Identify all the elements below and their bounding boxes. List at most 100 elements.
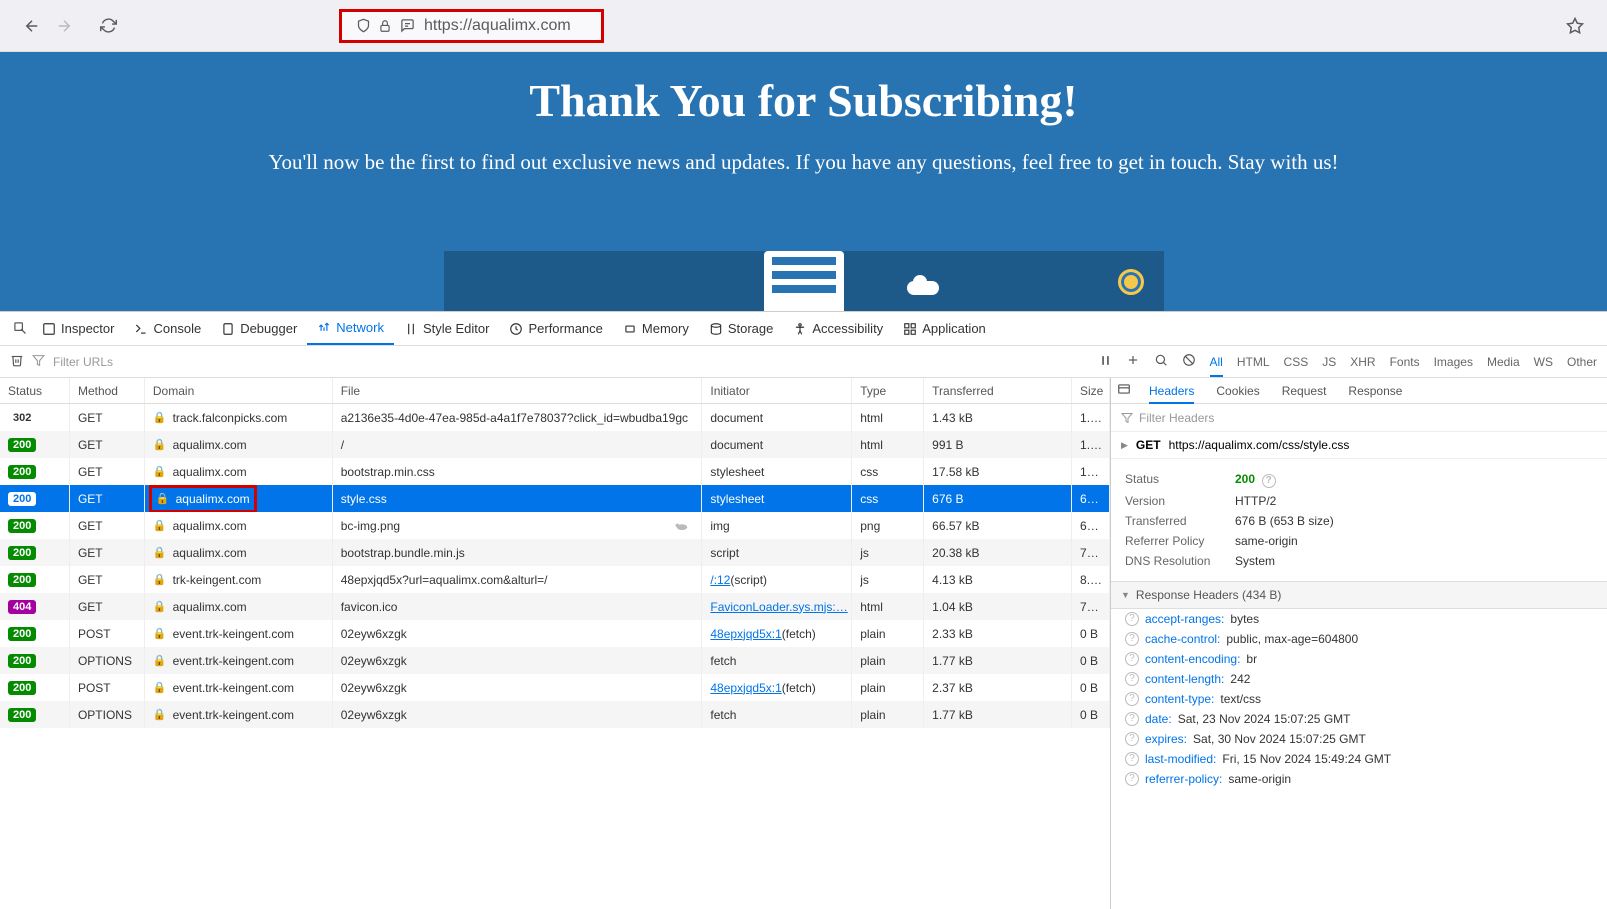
devtools-tab-debugger[interactable]: Debugger — [211, 312, 307, 345]
sidebar-tabs: Headers Cookies Request Response — [1111, 378, 1607, 404]
lock-icon: 🔒 — [153, 519, 167, 532]
filter-media[interactable]: Media — [1487, 355, 1520, 369]
block-icon[interactable] — [1182, 353, 1196, 370]
response-header-row: ?last-modified: Fri, 15 Nov 2024 15:49:2… — [1111, 749, 1607, 769]
help-icon[interactable]: ? — [1125, 692, 1139, 706]
help-icon[interactable]: ? — [1125, 672, 1139, 686]
filter-html[interactable]: HTML — [1237, 355, 1270, 369]
table-row[interactable]: 200GET🔒trk-keingent.com48epxjqd5x?url=aq… — [0, 566, 1110, 593]
col-status[interactable]: Status — [0, 378, 70, 403]
response-header-row: ?date: Sat, 23 Nov 2024 15:07:25 GMT — [1111, 709, 1607, 729]
help-icon[interactable]: ? — [1125, 772, 1139, 786]
url-text: https://aqualimx.com — [424, 17, 571, 35]
devtools-tabbar: InspectorConsoleDebuggerNetworkStyle Edi… — [0, 312, 1607, 346]
table-row[interactable]: 200GET🔒aqualimx.combootstrap.bundle.min.… — [0, 539, 1110, 566]
url-bar-highlighted[interactable]: https://aqualimx.com — [339, 9, 604, 43]
table-row[interactable]: 200GET🔒aqualimx.combc-img.pngimgpng66.57… — [0, 512, 1110, 539]
filter-other[interactable]: Other — [1567, 355, 1597, 369]
network-table: Status Method Domain File Initiator Type… — [0, 378, 1111, 909]
plus-icon[interactable] — [1126, 353, 1140, 370]
col-domain[interactable]: Domain — [145, 378, 333, 403]
table-row[interactable]: 302GET🔒track.falconpicks.coma2136e35-4d0… — [0, 404, 1110, 431]
trash-icon[interactable] — [10, 353, 24, 370]
summary-row: Status200 ? — [1125, 469, 1593, 491]
col-size[interactable]: Size — [1072, 378, 1110, 403]
devtools-tab-memory[interactable]: Memory — [613, 312, 699, 345]
page-subtitle: You'll now be the first to find out excl… — [0, 145, 1607, 181]
devtools-tab-storage[interactable]: Storage — [699, 312, 784, 345]
lock-icon: 🔒 — [153, 465, 167, 478]
devtools-tab-inspector[interactable]: Inspector — [32, 312, 124, 345]
devtools-tab-application[interactable]: Application — [893, 312, 996, 345]
bookmark-button[interactable] — [1559, 10, 1591, 42]
help-icon[interactable]: ? — [1262, 474, 1276, 488]
table-row[interactable]: 200POST🔒event.trk-keingent.com02eyw6xzgk… — [0, 674, 1110, 701]
col-file[interactable]: File — [333, 378, 703, 403]
col-initiator[interactable]: Initiator — [702, 378, 852, 403]
sidebar-tab-request[interactable]: Request — [1282, 384, 1327, 398]
forward-button[interactable] — [48, 10, 80, 42]
reload-button[interactable] — [92, 10, 124, 42]
sidebar-tab-headers[interactable]: Headers — [1149, 384, 1194, 404]
filter-ws[interactable]: WS — [1534, 355, 1553, 369]
response-header-row: ?expires: Sat, 30 Nov 2024 15:07:25 GMT — [1111, 729, 1607, 749]
col-method[interactable]: Method — [70, 378, 145, 403]
lock-icon: 🔒 — [153, 438, 167, 451]
devtools-tab-style-editor[interactable]: Style Editor — [394, 312, 499, 345]
response-headers-header[interactable]: ▼ Response Headers (434 B) — [1111, 581, 1607, 609]
devtools-tab-accessibility[interactable]: Accessibility — [783, 312, 893, 345]
table-row[interactable]: 200GET🔒aqualimx.com/documenthtml991 B1.… — [0, 431, 1110, 458]
devtools-tab-console[interactable]: Console — [124, 312, 211, 345]
filter-xhr[interactable]: XHR — [1350, 355, 1375, 369]
table-row[interactable]: 200OPTIONS🔒event.trk-keingent.com02eyw6x… — [0, 701, 1110, 728]
back-button[interactable] — [16, 10, 48, 42]
network-toolbar: Filter URLs All HTML CSS JS XHR Fonts Images Me… — [0, 346, 1607, 378]
request-summary: ▶ GET https://aqualimx.com/css/style.css — [1111, 432, 1607, 459]
col-transferred[interactable]: Transferred — [924, 378, 1072, 403]
pick-element-icon[interactable] — [8, 313, 32, 345]
table-row[interactable]: 200POST🔒event.trk-keingent.com02eyw6xzgk… — [0, 620, 1110, 647]
table-row[interactable]: 200GET🔒aqualimx.combootstrap.min.cssstyl… — [0, 458, 1110, 485]
lock-icon: 🔒 — [153, 708, 167, 721]
search-icon[interactable] — [1154, 353, 1168, 370]
help-icon[interactable]: ? — [1125, 652, 1139, 666]
devtools-tab-network[interactable]: Network — [307, 312, 394, 345]
filter-images[interactable]: Images — [1434, 355, 1473, 369]
help-icon[interactable]: ? — [1125, 732, 1139, 746]
filter-headers[interactable]: Filter Headers — [1111, 404, 1607, 432]
devtools-tab-performance[interactable]: Performance — [499, 312, 612, 345]
response-header-row: ?accept-ranges: bytes — [1111, 609, 1607, 629]
help-icon[interactable]: ? — [1125, 612, 1139, 626]
help-icon[interactable]: ? — [1125, 712, 1139, 726]
response-header-row: ?cache-control: public, max-age=604800 — [1111, 629, 1607, 649]
summary-row: Referrer Policysame-origin — [1125, 531, 1593, 551]
pause-icon[interactable] — [1099, 354, 1112, 370]
lock-icon: 🔒 — [153, 573, 167, 586]
summary-row: DNS ResolutionSystem — [1125, 551, 1593, 571]
response-header-row: ?referrer-policy: same-origin — [1111, 769, 1607, 789]
help-icon[interactable]: ? — [1125, 752, 1139, 766]
sidebar-tab-response[interactable]: Response — [1348, 384, 1402, 398]
filter-all[interactable]: All — [1210, 355, 1223, 377]
filter-url-input[interactable]: Filter URLs — [53, 355, 113, 369]
table-row[interactable]: 200GET🔒aqualimx.comstyle.cssstylesheetcs… — [0, 485, 1110, 512]
table-row[interactable]: 404GET🔒aqualimx.comfavicon.icoFaviconLoa… — [0, 593, 1110, 620]
table-header: Status Method Domain File Initiator Type… — [0, 378, 1110, 404]
summary-row: VersionHTTP/2 — [1125, 491, 1593, 511]
network-main: Status Method Domain File Initiator Type… — [0, 378, 1607, 909]
waterfall-icon[interactable] — [1117, 382, 1131, 399]
response-header-row: ?content-length: 242 — [1111, 669, 1607, 689]
col-type[interactable]: Type — [852, 378, 924, 403]
help-icon[interactable]: ? — [1125, 632, 1139, 646]
lock-icon: 🔒 — [153, 681, 167, 694]
chat-icon — [396, 18, 418, 33]
sidebar-tab-cookies[interactable]: Cookies — [1216, 384, 1259, 398]
filter-css[interactable]: CSS — [1284, 355, 1309, 369]
lock-icon: 🔒 — [156, 492, 170, 505]
table-row[interactable]: 200OPTIONS🔒event.trk-keingent.com02eyw6x… — [0, 647, 1110, 674]
expand-icon[interactable]: ▶ — [1121, 440, 1128, 451]
lock-icon: 🔒 — [153, 600, 167, 613]
filter-fonts[interactable]: Fonts — [1390, 355, 1420, 369]
lock-icon — [374, 19, 396, 33]
filter-js[interactable]: JS — [1322, 355, 1336, 369]
